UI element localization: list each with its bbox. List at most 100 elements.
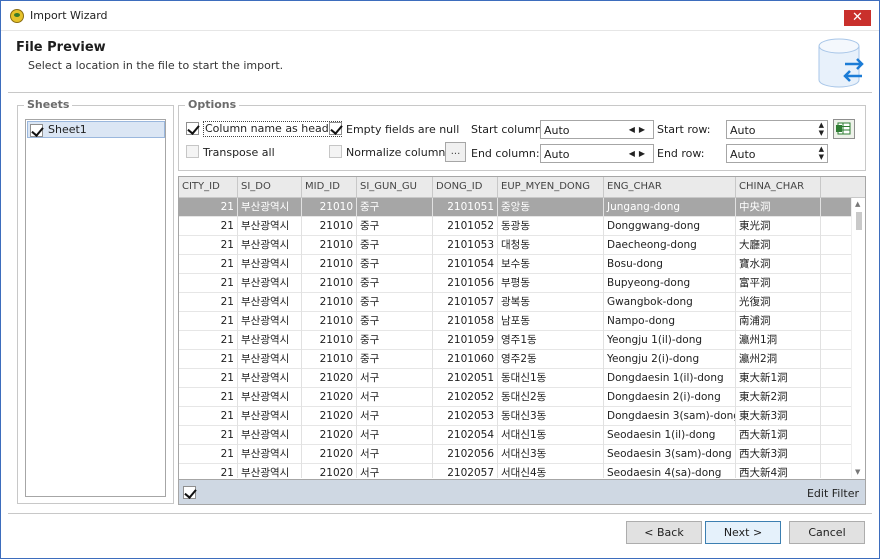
table-cell[interactable]: 2101051 (433, 198, 498, 217)
table-row[interactable]: 21 부산광역시 21020 서구 2102053 동대신3동 Dongdaesin 3(s… (179, 407, 851, 426)
table-cell[interactable]: 부산광역시 (238, 445, 302, 464)
table-row[interactable]: 21 부산광역시 21020 서구 2102051 동대신1동 Dongdaesin 1(i… (179, 369, 851, 388)
scroll-down-icon[interactable]: ▼ (855, 468, 860, 476)
table-row[interactable]: 21 부산광역시 21010 중구 2101056 부평동 Bupyeong-dong 富平洞 (179, 274, 851, 293)
vertical-scrollbar[interactable]: ▲ ▼ (851, 198, 865, 478)
table-cell[interactable]: 東大新2洞 (736, 388, 821, 407)
start-row-spinner[interactable]: Auto ▲ ▼ (726, 120, 828, 139)
table-cell[interactable]: Seodaesin 3(sam)-dong (604, 445, 736, 464)
column-header[interactable]: SI_GUN_GU (357, 177, 433, 198)
table-row[interactable]: 21 부산광역시 21010 중구 2101054 보수동 Bosu-dong 寶水洞 (179, 255, 851, 274)
table-cell[interactable]: 중구 (357, 312, 433, 331)
table-row[interactable]: 21 부산광역시 21010 중구 2101051 중앙동 Jungang-dong 中央洞 (179, 198, 851, 217)
table-cell[interactable]: 중구 (357, 350, 433, 369)
table-row[interactable]: 21 부산광역시 21010 중구 2101057 광복동 Gwangbok-dong 光復洞 (179, 293, 851, 312)
table-cell[interactable]: 21 (179, 369, 238, 388)
edit-filter-link[interactable]: Edit Filter (807, 487, 859, 500)
table-cell[interactable]: 21020 (302, 388, 357, 407)
table-cell[interactable]: 21 (179, 388, 238, 407)
table-cell[interactable]: 2102056 (433, 445, 498, 464)
table-cell[interactable]: 부산광역시 (238, 464, 302, 478)
table-cell[interactable]: 대청동 (498, 236, 604, 255)
table-cell[interactable]: 2101056 (433, 274, 498, 293)
normalize-options-button[interactable]: ... (445, 142, 466, 162)
table-cell[interactable]: 21 (179, 198, 238, 217)
table-cell[interactable]: 21010 (302, 198, 357, 217)
next-button[interactable]: Next > (705, 521, 781, 544)
table-cell[interactable]: 21010 (302, 312, 357, 331)
table-cell[interactable]: 중구 (357, 217, 433, 236)
table-cell[interactable]: 21 (179, 350, 238, 369)
table-cell[interactable]: 21 (179, 445, 238, 464)
table-cell[interactable]: 부산광역시 (238, 331, 302, 350)
scroll-up-icon[interactable]: ▲ (855, 200, 860, 208)
table-cell[interactable]: 부산광역시 (238, 255, 302, 274)
table-cell[interactable]: 21020 (302, 445, 357, 464)
table-cell[interactable]: Gwangbok-dong (604, 293, 736, 312)
table-cell[interactable]: Dongdaesin 2(i)-dong (604, 388, 736, 407)
left-right-arrows-icon[interactable]: ◀▶ (629, 149, 649, 158)
table-row[interactable]: 21 부산광역시 21020 서구 2102054 서대신1동 Seodaesin 1(il… (179, 426, 851, 445)
column-name-as-header-checkbox[interactable] (186, 122, 199, 135)
table-cell[interactable]: 21 (179, 293, 238, 312)
column-header[interactable]: DONG_ID (433, 177, 498, 198)
table-cell[interactable]: 西大新3洞 (736, 445, 821, 464)
column-header[interactable]: MID_ID (302, 177, 357, 198)
table-row[interactable]: 21 부산광역시 21010 중구 2101053 대청동 Daecheong-dong 大廳… (179, 236, 851, 255)
close-button[interactable]: ✕ (844, 10, 871, 26)
table-cell[interactable]: 서구 (357, 388, 433, 407)
scroll-thumb[interactable] (856, 212, 862, 230)
table-cell[interactable]: Jungang-dong (604, 198, 736, 217)
sheet-checkbox[interactable] (30, 124, 43, 137)
table-cell[interactable]: 2101057 (433, 293, 498, 312)
column-header[interactable]: CITY_ID (179, 177, 238, 198)
table-cell[interactable]: 2101054 (433, 255, 498, 274)
table-row[interactable]: 21 부산광역시 21020 서구 2102056 서대신3동 Seodaesin 3(sa… (179, 445, 851, 464)
table-row[interactable]: 21 부산광역시 21020 서구 2102052 동대신2동 Dongdaesin 2(i… (179, 388, 851, 407)
table-cell[interactable]: 21020 (302, 407, 357, 426)
table-cell[interactable]: 영주1동 (498, 331, 604, 350)
table-cell[interactable]: 서구 (357, 369, 433, 388)
table-cell[interactable]: 21020 (302, 369, 357, 388)
table-cell[interactable]: 부산광역시 (238, 312, 302, 331)
preview-grid[interactable]: CITY_ID SI_DO MID_ID SI_GUN_GU DONG_ID E… (178, 176, 866, 505)
table-cell[interactable]: 21010 (302, 217, 357, 236)
table-cell[interactable]: Yeongju 1(il)-dong (604, 331, 736, 350)
table-cell[interactable]: 서구 (357, 445, 433, 464)
table-cell[interactable]: 2102051 (433, 369, 498, 388)
table-cell[interactable]: 남포동 (498, 312, 604, 331)
table-cell[interactable]: 大廳洞 (736, 236, 821, 255)
table-cell[interactable]: 동광동 (498, 217, 604, 236)
table-cell[interactable]: 東大新1洞 (736, 369, 821, 388)
table-cell[interactable]: 서구 (357, 407, 433, 426)
table-cell[interactable]: 21 (179, 407, 238, 426)
table-cell[interactable]: 東大新3洞 (736, 407, 821, 426)
table-cell[interactable]: 서대신4동 (498, 464, 604, 478)
table-cell[interactable]: 부산광역시 (238, 274, 302, 293)
table-cell[interactable]: 21010 (302, 236, 357, 255)
table-cell[interactable]: 光復洞 (736, 293, 821, 312)
table-cell[interactable]: 서구 (357, 464, 433, 478)
table-cell[interactable]: 부산광역시 (238, 388, 302, 407)
table-cell[interactable]: 21 (179, 236, 238, 255)
table-cell[interactable]: 부산광역시 (238, 369, 302, 388)
table-cell[interactable]: 2101058 (433, 312, 498, 331)
table-cell[interactable]: 부산광역시 (238, 236, 302, 255)
table-cell[interactable]: 중구 (357, 274, 433, 293)
table-cell[interactable]: 부평동 (498, 274, 604, 293)
table-cell[interactable]: 西大新4洞 (736, 464, 821, 478)
table-cell[interactable]: Daecheong-dong (604, 236, 736, 255)
table-cell[interactable]: 2102057 (433, 464, 498, 478)
table-cell[interactable]: 21010 (302, 350, 357, 369)
table-cell[interactable]: 2101053 (433, 236, 498, 255)
table-cell[interactable]: 2101052 (433, 217, 498, 236)
cancel-button[interactable]: Cancel (789, 521, 865, 544)
table-cell[interactable]: 부산광역시 (238, 217, 302, 236)
table-cell[interactable]: Dongdaesin 1(il)-dong (604, 369, 736, 388)
table-cell[interactable]: 2101060 (433, 350, 498, 369)
table-cell[interactable]: 21 (179, 312, 238, 331)
table-cell[interactable]: 중구 (357, 198, 433, 217)
table-cell[interactable]: 21020 (302, 464, 357, 478)
table-cell[interactable]: 21 (179, 426, 238, 445)
table-row[interactable]: 21 부산광역시 21010 중구 2101059 영주1동 Yeongju 1(il)-d… (179, 331, 851, 350)
